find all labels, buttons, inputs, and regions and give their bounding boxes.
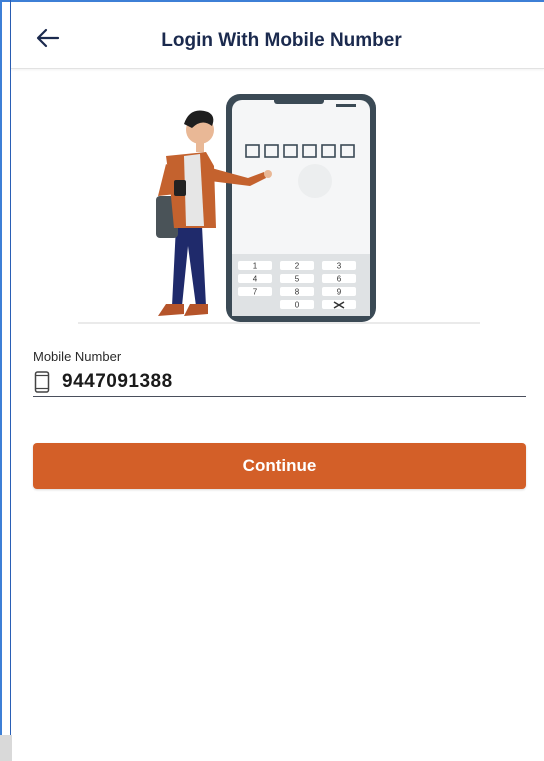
login-illustration: 1 2 3 4 5 6 7 8 9 0 [78, 86, 480, 330]
keypad-key: 3 [337, 262, 342, 271]
keypad-key: 6 [337, 275, 342, 284]
keypad-key: 4 [253, 275, 258, 284]
page-title: Login With Mobile Number [161, 30, 402, 51]
keypad-key: 7 [253, 288, 258, 297]
mobile-phone-icon [34, 370, 52, 393]
keypad-key: 0 [295, 301, 300, 310]
app-bar: Login With Mobile Number [11, 3, 544, 69]
frame-border [10, 0, 11, 761]
keypad-key: 2 [295, 262, 300, 271]
keypad-key: 5 [295, 275, 300, 284]
continue-button[interactable]: Continue [33, 443, 526, 489]
bottom-strip [0, 735, 12, 761]
keypad-key: 1 [253, 262, 258, 271]
mobile-number-field[interactable] [33, 367, 526, 397]
keypad-key: 9 [337, 288, 342, 297]
mobile-number-input[interactable] [62, 370, 482, 393]
keypad-key: 8 [295, 288, 300, 297]
mobile-number-label: Mobile Number [33, 349, 122, 364]
